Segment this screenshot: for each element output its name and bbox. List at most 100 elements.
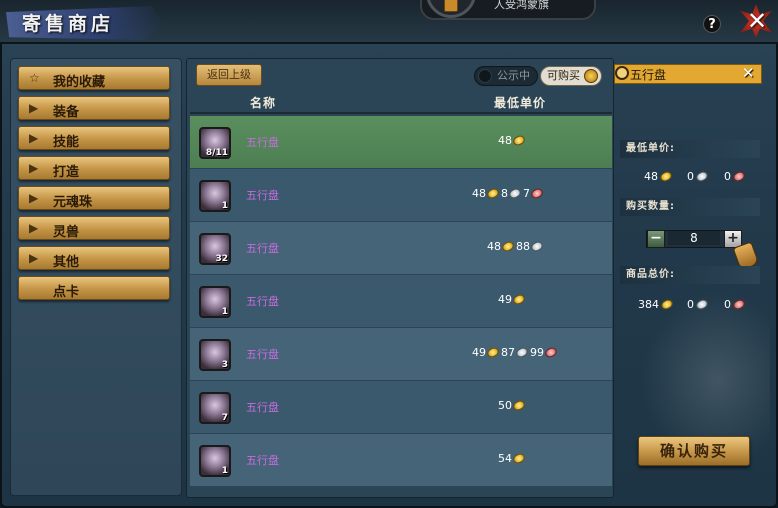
- filter-public-label: 公示中: [497, 69, 530, 82]
- confirm-purchase-button[interactable]: 确认购买: [638, 436, 750, 466]
- sidebar-item[interactable]: ▶ 装备: [18, 96, 170, 120]
- play-triangle-icon: ▶: [29, 191, 39, 205]
- price-gold-value: 48: [498, 134, 512, 147]
- sidebar-item[interactable]: ▶ 灵兽: [18, 216, 170, 240]
- item-name: 五行盘: [246, 454, 279, 467]
- close-icon[interactable]: ✕: [747, 7, 767, 35]
- item-price: 48 8 7: [472, 186, 545, 201]
- sidebar-item-label: 我的收藏: [53, 75, 106, 90]
- play-triangle-icon: ▶: [29, 221, 39, 235]
- price-gold-value: 54: [498, 452, 512, 465]
- silver-coin-icon: [694, 169, 710, 184]
- sidebar-item[interactable]: ☆ 我的收藏: [18, 66, 170, 90]
- gold-coin-icon: [485, 186, 501, 201]
- price-copper-value: 7: [523, 187, 530, 200]
- treasure-chest-icon: [444, 0, 458, 12]
- gold-coin-icon: [485, 345, 501, 360]
- sidebar-item[interactable]: ▶ 其他: [18, 246, 170, 270]
- filter-buyable-toggle[interactable]: 可购买: [540, 66, 602, 86]
- play-triangle-icon: ▶: [29, 251, 39, 265]
- min-price-gold: 48: [644, 169, 674, 184]
- item-name: 五行盘: [246, 401, 279, 414]
- silver-coin-icon: [514, 345, 530, 360]
- gold-coin-icon: [511, 398, 527, 413]
- min-price-copper: 0: [724, 169, 747, 184]
- clear-search-icon[interactable]: ✕: [742, 64, 755, 82]
- price-silver-value: 88: [516, 240, 530, 253]
- item-stack-count: 1: [221, 466, 228, 476]
- price-silver-value: 87: [501, 346, 515, 359]
- listing-row[interactable]: 1 五行盘 48 8 7: [190, 169, 612, 221]
- sidebar-item-label: 灵兽: [53, 225, 80, 240]
- sidebar-item[interactable]: ▶ 元魂珠: [18, 186, 170, 210]
- sidebar-item-label: 点卡: [53, 285, 80, 300]
- item-disc-icon: 1: [199, 180, 231, 212]
- item-price: 49: [498, 292, 527, 307]
- header-divider: [190, 112, 612, 114]
- quantity-input[interactable]: 8: [668, 231, 720, 245]
- sidebar-item-label: 装备: [53, 105, 80, 120]
- item-name: 五行盘: [246, 295, 279, 308]
- item-price: 48 88: [487, 239, 545, 254]
- silver-coin-icon: [529, 239, 545, 254]
- sidebar-item-label: 其他: [53, 255, 80, 270]
- back-button[interactable]: 返回上级: [196, 64, 262, 86]
- item-stack-count: 32: [215, 254, 228, 264]
- price-gold-value: 48: [487, 240, 501, 253]
- item-price: 50: [498, 398, 527, 413]
- listing-row[interactable]: 7 五行盘 50: [190, 381, 612, 433]
- filter-buyable-label: 可购买: [547, 69, 580, 82]
- price-gold-value: 49: [472, 346, 486, 359]
- listing-row[interactable]: 32 五行盘 48 88: [190, 222, 612, 274]
- quantity-label: 购买数量:: [620, 198, 760, 216]
- min-price-gold-value: 48: [644, 170, 658, 183]
- min-price-silver: 0: [687, 169, 710, 184]
- sidebar-item[interactable]: ▶ 技能: [18, 126, 170, 150]
- price-copper-value: 99: [530, 346, 544, 359]
- help-button[interactable]: ?: [703, 15, 721, 33]
- item-disc-icon: 7: [199, 392, 231, 424]
- min-price-label: 最低单价:: [620, 140, 760, 158]
- item-stack-count: 1: [221, 307, 228, 317]
- filter-public-toggle[interactable]: 公示中: [474, 66, 538, 86]
- gold-coin-icon: [658, 169, 674, 184]
- toggle-on-icon: [584, 69, 598, 83]
- column-header-name: 名称: [250, 96, 277, 110]
- price-gold-value: 49: [498, 293, 512, 306]
- sidebar-item[interactable]: ▶ 打造: [18, 156, 170, 180]
- sidebar-item-label: 打造: [53, 165, 80, 180]
- listing-row[interactable]: 1 五行盘 49: [190, 275, 612, 327]
- toggle-off-icon: [478, 69, 492, 83]
- min-price-silver-value: 0: [687, 170, 694, 183]
- sidebar-item-label: 技能: [53, 135, 80, 150]
- item-stack-count: 1: [221, 201, 228, 211]
- price-gold-value: 50: [498, 399, 512, 412]
- sidebar-item[interactable]: 点卡: [18, 276, 170, 300]
- listing-row[interactable]: 3 五行盘 49 87 99: [190, 328, 612, 380]
- item-name: 五行盘: [246, 348, 279, 361]
- item-disc-icon: 32: [199, 233, 231, 265]
- item-stack-count: 7: [221, 413, 228, 423]
- listing-row[interactable]: 8/11 五行盘 48: [190, 116, 612, 168]
- item-name: 五行盘: [246, 189, 279, 202]
- item-disc-icon: 8/11: [199, 127, 231, 159]
- item-stack-count: 3: [221, 360, 228, 370]
- min-price-copper-value: 0: [724, 170, 731, 183]
- play-triangle-icon: ▶: [29, 161, 39, 175]
- play-triangle-icon: ▶: [29, 101, 39, 115]
- item-name: 五行盘: [246, 136, 279, 149]
- gold-coin-icon: [511, 292, 527, 307]
- search-value[interactable]: 五行盘: [630, 66, 666, 83]
- item-price: 49 87 99: [472, 345, 559, 360]
- search-icon: [615, 66, 629, 80]
- quantity-decrease-button[interactable]: −: [647, 230, 665, 248]
- gold-coin-icon: [500, 239, 516, 254]
- gold-coin-icon: [511, 133, 527, 148]
- price-gold-value: 48: [472, 187, 486, 200]
- silver-coin-icon: [507, 186, 523, 201]
- item-stack-count: 8/11: [205, 148, 228, 158]
- price-silver-value: 8: [501, 187, 508, 200]
- window-title: 寄售商店: [22, 13, 115, 35]
- listing-row[interactable]: 1 五行盘 54: [190, 434, 612, 486]
- item-disc-icon: 1: [199, 286, 231, 318]
